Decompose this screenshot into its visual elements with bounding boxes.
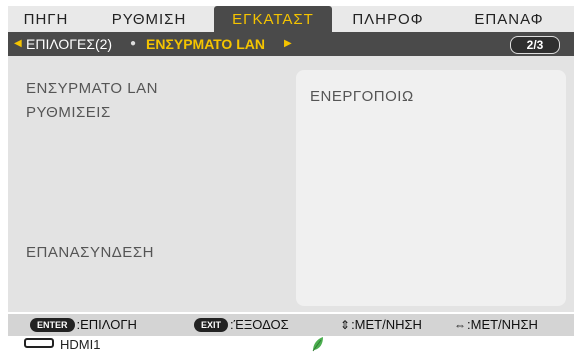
tab-bar: ΠΗΓΗ ΡΥΘΜΙΣΗ ΕΓΚΑΤΑΣΤ ΠΛΗΡΟΦ ΕΠΑΝΑΦ	[8, 6, 574, 32]
exit-action-label: :ΈΞΟΔΟΣ	[230, 317, 289, 332]
wired-lan-label[interactable]: ΕΝΣΥΡΜΑΤΟ LAN	[26, 80, 158, 97]
updown-hint: ⇕ :ΜΕΤ/ΝΗΣΗ	[340, 314, 422, 336]
tab-reset[interactable]: ΕΠΑΝΑΦ	[444, 6, 574, 32]
tab-info[interactable]: ΠΛΗΡΟΦ	[332, 6, 444, 32]
settings-label[interactable]: ΡΥΘΜΙΣΕΙΣ	[26, 104, 111, 121]
reconnect-label[interactable]: ΕΠΑΝΑΣΥΝΔΕΣΗ	[26, 244, 154, 261]
leftright-hint: ⇔ :ΜΕΤ/ΝΗΣΗ	[454, 314, 538, 336]
hdmi-connector-icon	[24, 338, 54, 348]
enter-hint: ENTER :ΕΠΙΛΟΓΗ	[30, 314, 137, 336]
submenu-bar: ◀ ΕΠΙΛΟΓΕΣ(2) ● ΕΝΣΥΡΜΑΤΟ LAN ▶ 2/3	[8, 32, 574, 56]
enter-action-label: :ΕΠΙΛΟΓΗ	[76, 317, 137, 332]
tab-setup[interactable]: ΕΓΚΑΤΑΣΤ	[214, 6, 332, 32]
submenu-prev[interactable]: ΕΠΙΛΟΓΕΣ(2)	[26, 32, 112, 56]
status-bar: HDMI1	[8, 336, 574, 352]
right-arrow-icon[interactable]: ▶	[284, 32, 292, 56]
leaf-icon	[312, 337, 323, 352]
exit-hint: EXIT :ΈΞΟΔΟΣ	[194, 314, 289, 336]
settings-panel: ΕΝΣΥΡΜΑΤΟ LAN ΡΥΘΜΙΣΕΙΣ ΕΠΑΝΑΣΥΝΔΕΣΗ ΕΝΕ…	[8, 56, 574, 312]
wired-lan-value[interactable]: ΕΝΕΡΓΟΠΟΙΩ	[310, 88, 414, 105]
value-box: ΕΝΕΡΓΟΠΟΙΩ	[296, 70, 566, 306]
left-arrow-icon[interactable]: ◀	[14, 32, 22, 56]
updown-action-label: :ΜΕΤ/ΝΗΣΗ	[351, 317, 422, 332]
exit-key-icon: EXIT	[194, 318, 229, 332]
leftright-action-label: :ΜΕΤ/ΝΗΣΗ	[467, 317, 538, 332]
separator-dot-icon: ●	[130, 38, 137, 49]
tab-adjust[interactable]: ΡΥΘΜΙΣΗ	[84, 6, 214, 32]
enter-key-icon: ENTER	[30, 318, 75, 332]
submenu-current[interactable]: ΕΝΣΥΡΜΑΤΟ LAN	[146, 32, 265, 56]
leftright-arrows-icon: ⇔	[454, 318, 466, 332]
tab-source[interactable]: ΠΗΓΗ	[8, 6, 84, 32]
updown-arrows-icon: ⇕	[340, 318, 351, 332]
help-footer: ENTER :ΕΠΙΛΟΓΗ EXIT :ΈΞΟΔΟΣ ⇕ :ΜΕΤ/ΝΗΣΗ …	[8, 314, 574, 336]
input-source: HDMI1	[60, 337, 101, 352]
projector-menu: ΠΗΓΗ ΡΥΘΜΙΣΗ ΕΓΚΑΤΑΣΤ ΠΛΗΡΟΦ ΕΠΑΝΑΦ ◀ ΕΠ…	[8, 6, 574, 352]
page-indicator: 2/3	[510, 36, 560, 54]
